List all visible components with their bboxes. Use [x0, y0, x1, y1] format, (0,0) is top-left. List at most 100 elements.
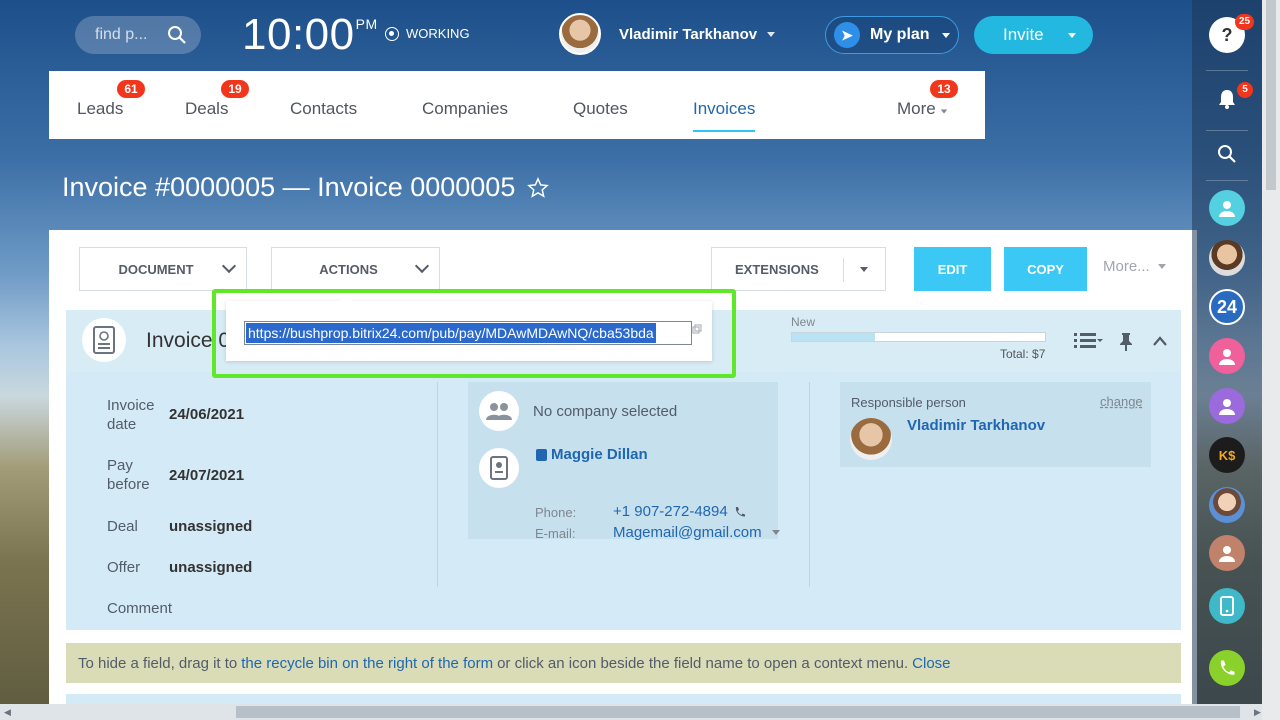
user-menu[interactable]: Vladimir Tarkhanov	[619, 26, 776, 43]
change-responsible-link[interactable]: change	[1100, 394, 1143, 409]
scroll-left-icon[interactable]: ◀	[4, 707, 11, 718]
contact-avatar-7[interactable]	[1209, 535, 1245, 571]
column-divider	[809, 382, 810, 587]
tab-more-label: More	[897, 99, 936, 118]
user-avatar[interactable]	[559, 13, 601, 55]
person-icon	[1219, 349, 1235, 365]
phone-icon	[1220, 660, 1235, 675]
invite-label: Invite	[1003, 25, 1044, 44]
hint-close-link[interactable]: Close	[912, 655, 950, 672]
actions-button[interactable]: ACTIONS	[271, 247, 440, 291]
divider	[1206, 180, 1248, 181]
contact-name-link[interactable]: Maggie Dillan	[536, 446, 648, 463]
work-status[interactable]: WORKING	[385, 26, 470, 41]
my-plan-button[interactable]: ➤ My plan	[825, 16, 959, 54]
copy-button[interactable]: COPY	[1004, 247, 1087, 291]
contact-card-icon	[479, 448, 519, 488]
stage-progress-bar[interactable]	[791, 332, 1046, 342]
invite-dropdown[interactable]	[1059, 16, 1085, 54]
edit-label: EDIT	[937, 261, 968, 277]
contact-name: Maggie Dillan	[551, 446, 648, 463]
clock[interactable]: 10:00PM	[242, 10, 378, 60]
public-link-input[interactable]: https://bushprop.bitrix24.com/pub/pay/MD…	[244, 321, 692, 345]
company-value[interactable]: No company selected	[533, 403, 677, 420]
more-menu[interactable]: More...	[1103, 258, 1166, 275]
bitrix24-chat-button[interactable]: 24	[1209, 289, 1245, 325]
pin-icon[interactable]	[1119, 332, 1133, 352]
email-link[interactable]: Magemail@gmail.com	[613, 524, 780, 541]
copy-label: COPY	[1027, 261, 1064, 277]
tab-quotes[interactable]: Quotes	[573, 99, 628, 119]
divider	[1206, 130, 1248, 131]
contact-avatar-3[interactable]	[1209, 338, 1245, 374]
offer-value[interactable]: unassigned	[169, 559, 252, 576]
crm-nav: Leads 61 Deals 19 Contacts Companies Quote…	[49, 71, 985, 139]
user-name: Vladimir Tarkhanov	[619, 26, 758, 43]
scroll-right-icon[interactable]: ▶	[1254, 707, 1261, 718]
phone-label: Phone:	[535, 505, 577, 520]
email-value: Magemail@gmail.com	[613, 524, 762, 541]
offer-label: Offer	[107, 559, 141, 576]
page-title: Invoice #0000005 — Invoice 0000005	[62, 172, 550, 203]
contact-avatar-4[interactable]	[1209, 388, 1245, 424]
notifications-badge: 5	[1237, 82, 1253, 98]
contact-icon	[536, 448, 547, 461]
tab-contacts[interactable]: Contacts	[290, 99, 357, 119]
responsible-name[interactable]: Vladimir Tarkhanov	[907, 417, 1045, 434]
horizontal-scrollbar[interactable]: ◀ ▶	[0, 704, 1267, 720]
deal-value[interactable]: unassigned	[169, 518, 252, 535]
mobile-app-button[interactable]	[1209, 588, 1245, 624]
star-icon[interactable]	[527, 176, 550, 199]
copy-link-icon[interactable]	[692, 324, 702, 334]
responsible-avatar[interactable]	[850, 418, 892, 460]
extensions-button[interactable]: EXTENSIONS	[711, 247, 886, 291]
edit-button[interactable]: EDIT	[914, 247, 991, 291]
contact-avatar-2[interactable]	[1209, 240, 1245, 276]
tab-companies-label: Companies	[422, 99, 508, 118]
public-link-url: https://bushprop.bitrix24.com/pub/pay/MD…	[246, 323, 656, 343]
vertical-scrollbar[interactable]	[1262, 0, 1280, 720]
tab-invoices-label: Invoices	[693, 99, 756, 118]
tab-more[interactable]: More 13	[897, 80, 958, 119]
list-settings-icon[interactable]	[1074, 332, 1104, 350]
search-placeholder: find p...	[95, 26, 148, 43]
chevron-down-icon[interactable]	[771, 530, 780, 535]
popup-arrow	[338, 294, 354, 310]
document-button[interactable]: DOCUMENT	[79, 247, 247, 291]
phone-icon[interactable]	[734, 506, 746, 518]
tab-quotes-label: Quotes	[573, 99, 628, 118]
rail-search-button[interactable]	[1209, 136, 1245, 172]
phone-value: +1 907-272-4894	[613, 503, 728, 520]
tab-deals[interactable]: Deals 19	[185, 80, 249, 119]
chevron-down-icon	[941, 109, 948, 114]
collapse-chevron-up-icon[interactable]	[1152, 335, 1168, 347]
contact-avatar-ks[interactable]: K$	[1209, 437, 1245, 473]
call-button[interactable]	[1209, 650, 1245, 686]
invite-button[interactable]: Invite	[974, 16, 1093, 54]
pay-before-value[interactable]: 24/07/2021	[169, 467, 244, 484]
hint-text-before: To hide a field, drag it to	[78, 654, 238, 672]
column-divider	[437, 382, 438, 587]
tab-companies[interactable]: Companies	[422, 99, 508, 119]
stage-progress-fill	[792, 333, 876, 341]
tab-leads[interactable]: Leads 61	[77, 80, 145, 119]
vertical-scrollbar-thumb[interactable]	[1266, 0, 1276, 190]
invoice-date-value[interactable]: 24/06/2021	[169, 406, 244, 423]
search-box[interactable]: find p...	[75, 16, 201, 54]
phone-link[interactable]: +1 907-272-4894	[613, 503, 746, 520]
public-link-box: https://bushprop.bitrix24.com/pub/pay/MD…	[226, 294, 712, 361]
responsible-card: Responsible person change Vladimir Tarkh…	[840, 382, 1151, 467]
actions-label: ACTIONS	[319, 261, 378, 277]
scrollbar-thumb[interactable]	[236, 706, 1240, 718]
deals-badge: 19	[221, 80, 249, 98]
chevron-down-icon	[1068, 32, 1076, 38]
contact-avatar-1[interactable]	[1209, 190, 1245, 226]
chevron-down-icon[interactable]	[860, 267, 868, 272]
tab-invoices[interactable]: Invoices	[693, 99, 756, 132]
clock-ampm: PM	[355, 16, 378, 32]
bell-icon	[1219, 90, 1235, 109]
contact-avatar-6[interactable]	[1209, 487, 1245, 523]
bitrix24-label: 24	[1216, 296, 1238, 317]
chevron-down-icon	[1157, 264, 1166, 269]
recycle-bin-link[interactable]: the recycle bin on the right of the form	[241, 655, 493, 672]
